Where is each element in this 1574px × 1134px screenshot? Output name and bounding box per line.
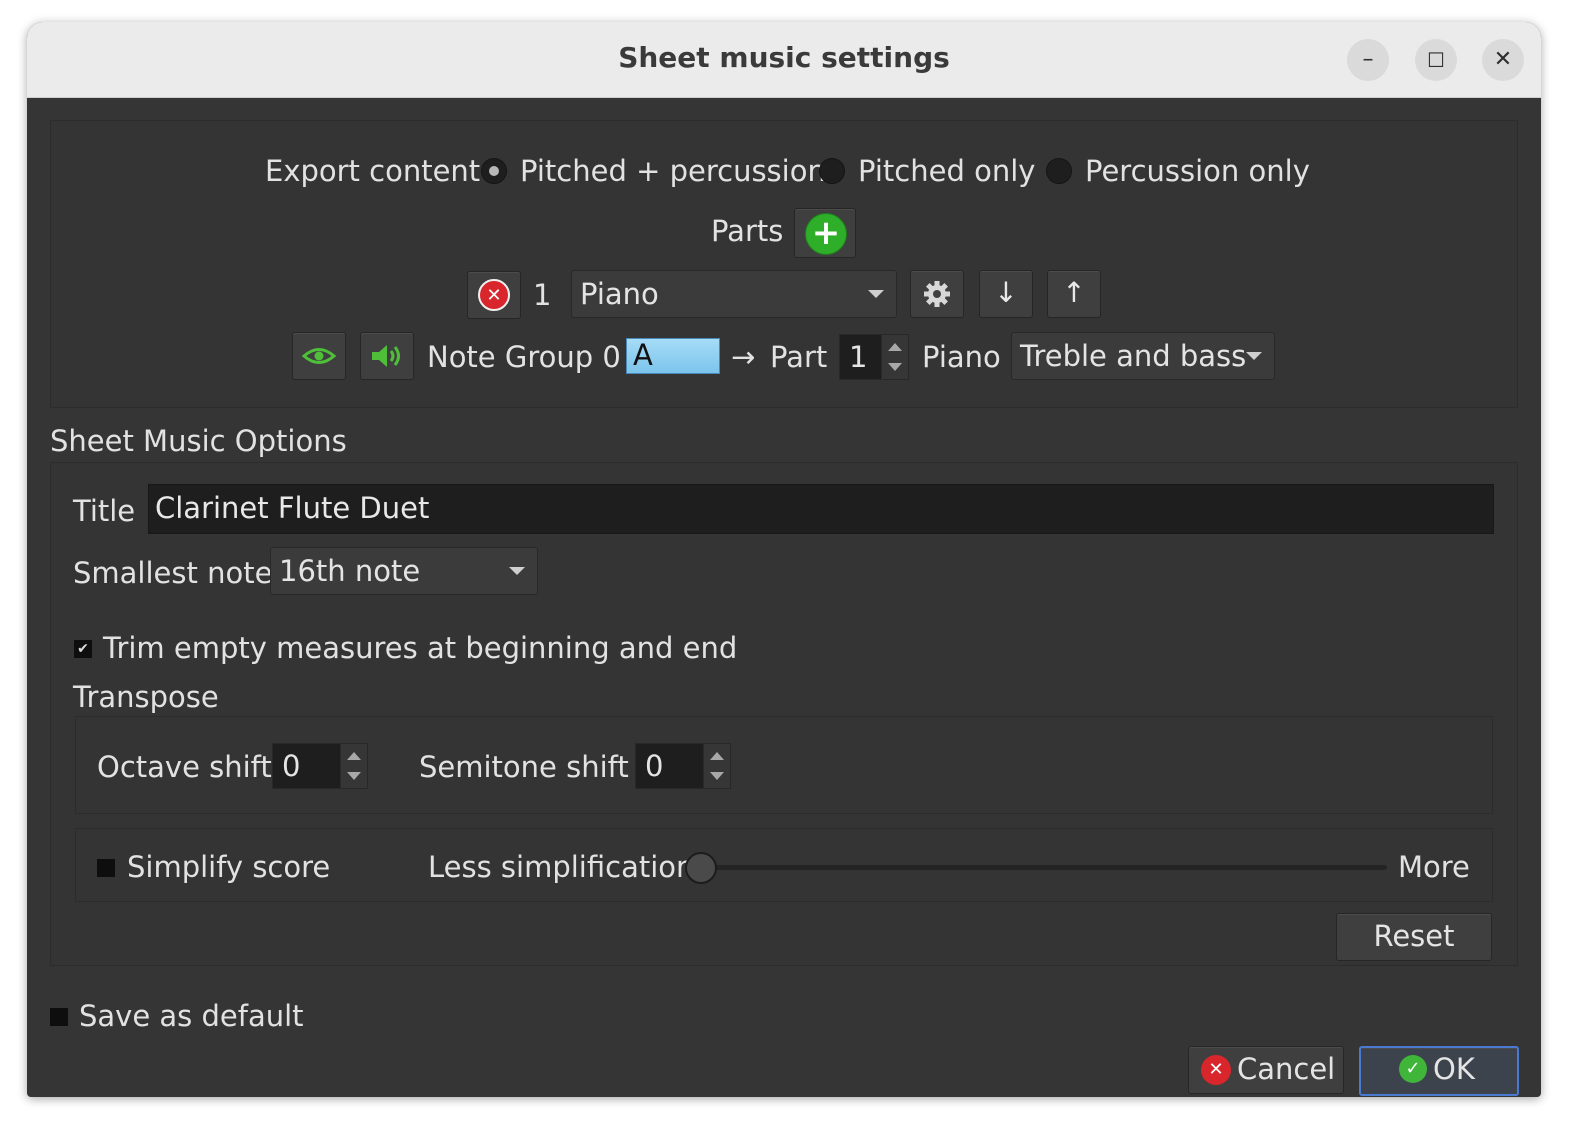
mapping-instrument-label: Piano bbox=[922, 340, 1001, 374]
semitone-shift-spinbox[interactable]: 0 bbox=[635, 743, 731, 789]
more-label: More bbox=[1398, 850, 1470, 884]
spin-down-icon[interactable] bbox=[347, 772, 361, 780]
title-input[interactable]: Clarinet Flute Duet bbox=[148, 484, 1494, 534]
note-group-color-swatch[interactable]: A bbox=[626, 338, 720, 374]
sound-toggle-button[interactable] bbox=[360, 332, 414, 380]
arrow-up-icon: ↑ bbox=[1062, 276, 1086, 309]
smallest-note-select[interactable]: 16th note bbox=[270, 547, 538, 595]
minimize-button[interactable]: – bbox=[1347, 39, 1389, 81]
reset-button-label: Reset bbox=[1373, 919, 1455, 953]
parts-label: Parts bbox=[711, 214, 784, 248]
smallest-note-value: 16th note bbox=[279, 554, 421, 588]
part-number-value: 1 bbox=[849, 340, 868, 374]
transpose-label: Transpose bbox=[73, 680, 219, 714]
spin-up-icon[interactable] bbox=[710, 752, 724, 760]
part-settings-button[interactable] bbox=[910, 270, 964, 318]
save-default-label[interactable]: Save as default bbox=[79, 999, 304, 1033]
spin-arrows[interactable] bbox=[881, 335, 908, 379]
gear-icon bbox=[924, 281, 950, 307]
eye-icon bbox=[302, 348, 336, 364]
simplification-slider-handle[interactable] bbox=[685, 852, 717, 884]
maximize-button[interactable]: ☐ bbox=[1415, 39, 1457, 81]
chevron-down-icon bbox=[1246, 352, 1262, 360]
radio-percussion-only[interactable] bbox=[1046, 158, 1072, 184]
export-content-label: Export content bbox=[265, 154, 481, 188]
part-instrument-select[interactable]: Piano bbox=[571, 270, 897, 318]
trim-checkbox[interactable]: ✔ bbox=[74, 640, 92, 658]
part-instrument-value: Piano bbox=[580, 277, 659, 311]
spin-arrows[interactable] bbox=[703, 744, 730, 788]
part-number-spinbox[interactable]: 1 bbox=[839, 334, 909, 380]
smallest-note-label: Smallest note bbox=[73, 556, 273, 590]
save-default-checkbox[interactable] bbox=[50, 1008, 68, 1026]
simplification-slider-track[interactable] bbox=[687, 865, 1387, 870]
chevron-down-icon bbox=[868, 290, 884, 298]
title-label: Title bbox=[73, 494, 136, 528]
simplify-checkbox[interactable] bbox=[97, 859, 115, 877]
less-simplification-label: Less simplification bbox=[428, 850, 695, 884]
octave-shift-spinbox[interactable]: 0 bbox=[272, 743, 368, 789]
spin-up-icon[interactable] bbox=[347, 752, 361, 760]
note-group-color-letter: A bbox=[633, 338, 653, 372]
radio-pitched-percussion-label[interactable]: Pitched + percussion bbox=[520, 154, 826, 188]
spin-arrows[interactable] bbox=[340, 744, 367, 788]
trim-label[interactable]: Trim empty measures at beginning and end bbox=[103, 631, 737, 665]
mapping-arrow: → bbox=[731, 340, 756, 374]
octave-shift-label: Octave shift bbox=[97, 750, 272, 784]
radio-percussion-only-label[interactable]: Percussion only bbox=[1085, 154, 1310, 188]
arrow-down-icon: ↓ bbox=[994, 276, 1018, 309]
visibility-toggle-button[interactable] bbox=[292, 332, 346, 380]
semitone-shift-label: Semitone shift bbox=[419, 750, 629, 784]
remove-icon: ✕ bbox=[478, 279, 510, 311]
radio-pitched-percussion[interactable] bbox=[481, 158, 507, 184]
octave-shift-value: 0 bbox=[282, 749, 301, 783]
spin-down-icon[interactable] bbox=[888, 363, 902, 371]
clef-value: Treble and bass bbox=[1020, 339, 1247, 373]
sheet-music-options-heading: Sheet Music Options bbox=[50, 424, 347, 458]
chevron-down-icon bbox=[509, 567, 525, 575]
part-number: 1 bbox=[533, 278, 552, 312]
part-label: Part bbox=[770, 340, 828, 374]
move-down-button[interactable]: ↓ bbox=[979, 270, 1033, 318]
plus-icon: + bbox=[805, 213, 847, 255]
reset-button[interactable]: Reset bbox=[1336, 913, 1492, 961]
check-icon: ✓ bbox=[1399, 1055, 1427, 1083]
note-group-label: Note Group 0 bbox=[427, 340, 621, 374]
cancel-button[interactable]: ✕ Cancel bbox=[1188, 1046, 1344, 1094]
cancel-button-label: Cancel bbox=[1237, 1052, 1336, 1086]
radio-pitched-only-label[interactable]: Pitched only bbox=[858, 154, 1035, 188]
window-title: Sheet music settings bbox=[618, 41, 950, 74]
radio-pitched-only[interactable] bbox=[819, 158, 845, 184]
ok-button-label: OK bbox=[1433, 1052, 1475, 1086]
title-input-value: Clarinet Flute Duet bbox=[155, 491, 430, 525]
title-bar[interactable]: Sheet music settings – ☐ ✕ bbox=[27, 22, 1541, 98]
spin-up-icon[interactable] bbox=[888, 343, 902, 351]
remove-part-button[interactable]: ✕ bbox=[467, 271, 521, 319]
cancel-icon: ✕ bbox=[1201, 1055, 1231, 1085]
clef-select[interactable]: Treble and bass bbox=[1011, 332, 1275, 380]
ok-button[interactable]: ✓ OK bbox=[1359, 1046, 1519, 1096]
speaker-icon bbox=[372, 345, 400, 367]
simplify-label[interactable]: Simplify score bbox=[127, 850, 330, 884]
semitone-shift-value: 0 bbox=[645, 749, 664, 783]
close-button[interactable]: ✕ bbox=[1482, 39, 1524, 81]
dialog-window: Sheet music settings – ☐ ✕ Export conten… bbox=[27, 22, 1541, 1097]
spin-down-icon[interactable] bbox=[710, 772, 724, 780]
move-up-button[interactable]: ↑ bbox=[1047, 270, 1101, 318]
add-part-button[interactable]: + bbox=[794, 208, 856, 258]
